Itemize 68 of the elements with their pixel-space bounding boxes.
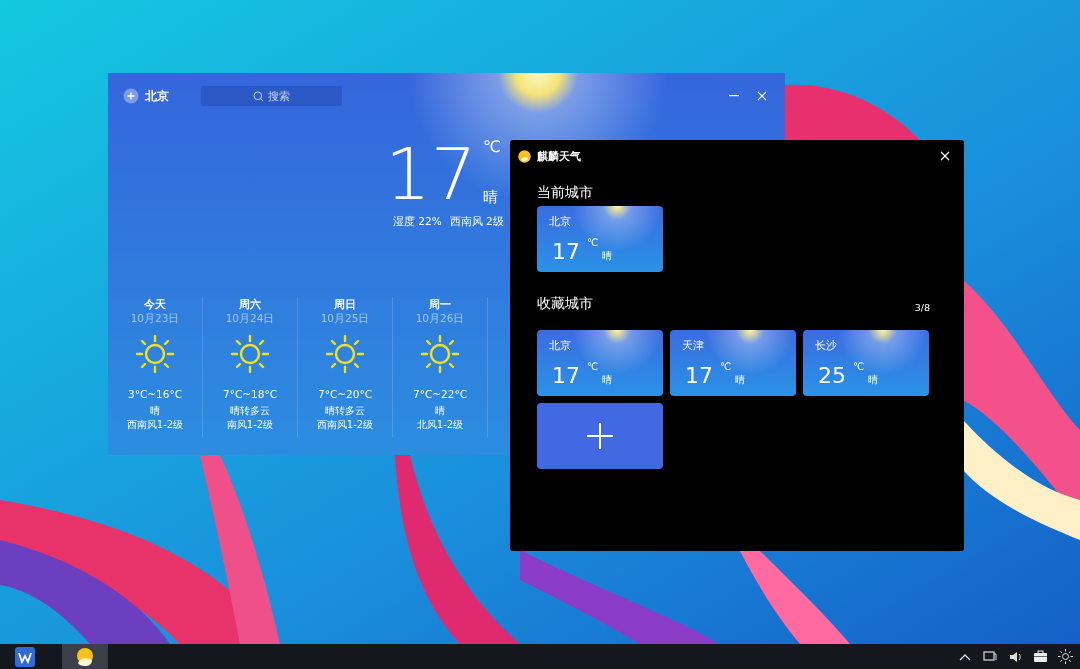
- weather-condition: 晴: [602, 250, 613, 263]
- temperature: 17: [385, 137, 477, 211]
- weather-app-icon: [75, 646, 95, 667]
- temperature-range: 7°C~22°C: [413, 388, 467, 400]
- start-logo-icon: [15, 646, 35, 667]
- weather-condition: 晴: [602, 374, 613, 387]
- forecast-condition: 晴转多云: [230, 404, 270, 418]
- forecast-day: 周日: [334, 297, 356, 312]
- city-card[interactable]: 长沙 25 ℃ 晴: [803, 330, 929, 396]
- temperature: 17: [552, 241, 580, 263]
- temperature-range: 3°C~16°C: [128, 388, 182, 400]
- forecast-date: 10月23日: [130, 312, 180, 326]
- search-field[interactable]: 搜索: [201, 86, 342, 106]
- close-icon: [940, 151, 950, 161]
- sun-icon: [325, 334, 365, 374]
- city-name: 天津: [682, 339, 705, 353]
- taskbar-app-button[interactable]: [62, 644, 108, 669]
- close-icon: [757, 91, 767, 101]
- temperature: 17: [552, 365, 580, 387]
- temperature-unit: ℃: [720, 361, 732, 372]
- temperature-range: 7°C~18°C: [223, 388, 277, 400]
- temperature: 25: [818, 365, 846, 387]
- city-name[interactable]: 北京: [145, 87, 169, 105]
- temperature-unit: ℃: [587, 361, 599, 372]
- temperature-unit: ℃: [587, 237, 599, 248]
- city-card[interactable]: 天津 17 ℃ 晴: [670, 330, 796, 396]
- temperature-range: 7°C~20°C: [318, 388, 372, 400]
- temperature: 17: [685, 365, 713, 387]
- forecast-wind: 西南风1-2级: [316, 418, 374, 432]
- wind: 西南风 2级: [449, 215, 504, 229]
- sun-icon: [135, 334, 175, 374]
- weather-condition: 晴: [868, 374, 879, 387]
- briefcase-icon[interactable]: [1032, 648, 1049, 665]
- forecast-condition: 晴转多云: [325, 404, 365, 418]
- city-card[interactable]: 北京 17 ℃ 晴: [537, 330, 663, 396]
- sun-icon: [420, 334, 460, 374]
- taskbar-app-button[interactable]: [12, 644, 38, 669]
- section-heading: 当前城市: [537, 184, 594, 202]
- brightness-icon[interactable]: [1057, 648, 1074, 665]
- forecast-wind: 南风1-2级: [226, 418, 274, 432]
- app-logo-icon: [518, 149, 531, 163]
- forecast-date: 10月26日: [415, 312, 465, 326]
- forecast-wind: 西南风1-2级: [126, 418, 184, 432]
- forecast-day: 周六: [239, 297, 261, 312]
- search-icon: [253, 90, 264, 102]
- weather-condition: 晴: [482, 188, 499, 207]
- window-title: 麒麟天气: [537, 148, 582, 164]
- temperature-unit: ℃: [853, 361, 865, 372]
- forecast-wind: 北风1-2级: [416, 418, 464, 432]
- plus-icon: [587, 423, 613, 449]
- section-heading: 收藏城市: [537, 295, 593, 313]
- weather-condition: 晴: [735, 374, 746, 387]
- add-icon[interactable]: [123, 88, 139, 104]
- forecast-date: 10月24日: [225, 312, 275, 326]
- minimize-icon: [729, 95, 739, 97]
- forecast-condition: 晴: [435, 404, 445, 418]
- humidity: 湿度 22%: [393, 215, 442, 229]
- city-name: 北京: [549, 339, 572, 353]
- forecast-day: 今天: [144, 297, 166, 312]
- temperature-unit: ℃: [482, 137, 501, 156]
- favorites-count: 3/8: [914, 302, 930, 313]
- forecast-date: 10月25日: [320, 312, 370, 326]
- city-card[interactable]: 北京 17 ℃ 晴: [537, 206, 663, 272]
- sun-icon: [230, 334, 270, 374]
- forecast-condition: 晴: [150, 404, 160, 418]
- city-name: 北京: [549, 215, 572, 229]
- city-name: 长沙: [815, 339, 838, 353]
- forecast-day: 周一: [429, 297, 451, 312]
